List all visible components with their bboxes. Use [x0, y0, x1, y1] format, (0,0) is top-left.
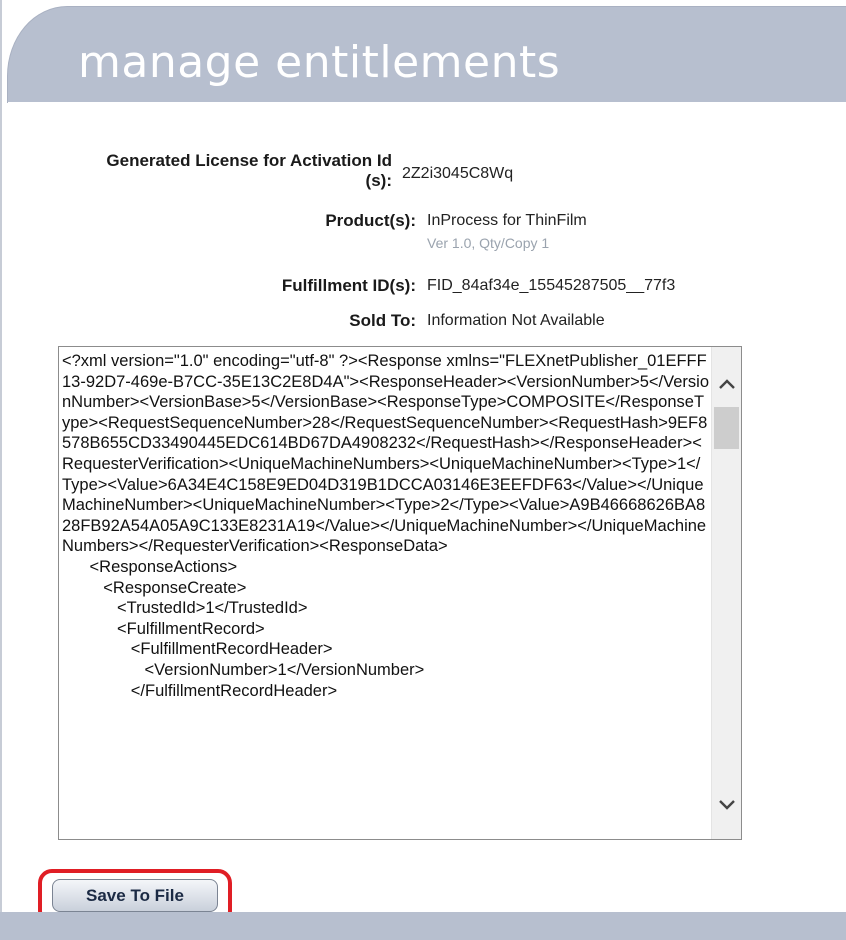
footer-bar — [0, 912, 846, 940]
left-border — [0, 0, 2, 940]
activation-label-line2: (s): — [365, 171, 392, 190]
activation-id-value: 2Z2i3045C8Wq — [402, 165, 514, 182]
page-frame: manage entitlements Generated License fo… — [0, 0, 846, 940]
license-text-area[interactable]: <?xml version="1.0" encoding="utf-8" ?><… — [58, 346, 742, 840]
vertical-scrollbar[interactable] — [711, 347, 741, 839]
page-header: manage entitlements — [7, 6, 846, 103]
save-to-file-button[interactable]: Save To File — [52, 879, 218, 912]
scroll-down-button[interactable] — [712, 789, 741, 819]
activation-label: Generated License for Activation Id (s): — [50, 151, 392, 191]
product-label: Product(s): — [325, 211, 416, 230]
page-title: manage entitlements — [78, 37, 561, 88]
product-value: InProcess for ThinFilm — [427, 212, 587, 229]
license-xml-text[interactable]: <?xml version="1.0" encoding="utf-8" ?><… — [62, 351, 710, 701]
chevron-down-icon — [718, 800, 735, 810]
fulfillment-id-value: FID_84af34e_15545287505__77f3 — [427, 277, 676, 294]
fulfillment-label: Fulfillment ID(s): — [281, 276, 416, 295]
sold-to-value: Information Not Available — [427, 312, 605, 329]
product-version: Ver 1.0, Qty/Copy 1 — [427, 235, 550, 251]
scroll-thumb[interactable] — [714, 407, 739, 449]
activation-label-line1: Generated License for Activation Id — [106, 151, 392, 170]
chevron-up-icon — [718, 379, 735, 389]
sold-to-label: Sold To: — [349, 311, 416, 330]
scroll-up-button[interactable] — [712, 369, 741, 399]
